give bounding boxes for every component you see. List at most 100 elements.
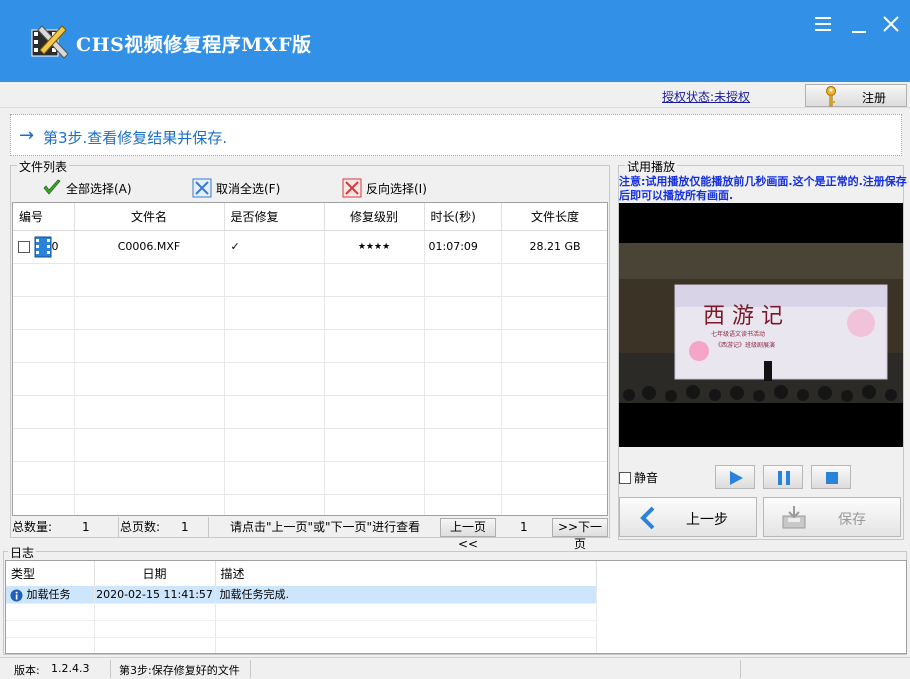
pause-icon [778, 471, 790, 485]
pager: 总数量: 1 总页数: 1 请点击"上一页"或"下一页"进行查看 上一页<< 1… [10, 517, 610, 551]
info-icon [10, 589, 23, 602]
key-icon [826, 86, 836, 107]
row-level: ★★★★ [324, 230, 425, 264]
pause-button[interactable] [763, 465, 803, 489]
log-col-type[interactable]: 类型 [6, 561, 95, 586]
video-subtitle-1: 七年级语文读书活动 [711, 330, 765, 338]
version-value: 1.2.4.3 [51, 662, 90, 675]
film-icon [34, 236, 51, 257]
register-button[interactable]: 注册 [805, 84, 907, 107]
play-button[interactable] [715, 465, 755, 489]
col-header-repaired[interactable]: 是否修复 [224, 203, 325, 231]
menu-button[interactable] [811, 12, 835, 36]
status-message: 第3步:保存修复好的文件 [119, 664, 240, 677]
table-row [13, 296, 607, 330]
preview-title: 试用播放 [625, 158, 678, 175]
deselect-all-label: 取消全选(F) [216, 181, 281, 196]
total-value: 1 [82, 520, 90, 534]
row-duration: 01:07:09 [424, 230, 502, 264]
log-col-desc[interactable]: 描述 [215, 561, 597, 586]
pages-value: 1 [181, 520, 189, 534]
log-row [6, 603, 597, 621]
close-button[interactable] [879, 12, 903, 36]
log-type: 加载任务 [26, 588, 71, 602]
status-bar: 版本: 1.2.4.3 第3步:保存修复好的文件 [0, 657, 910, 679]
table-row [13, 428, 607, 462]
pages-label: 总页数: [120, 520, 161, 534]
table-row [13, 395, 607, 429]
play-icon [730, 471, 743, 485]
video-frame-image: 西 游 记 七年级语文读书活动 《西游记》班级剧展演 [619, 203, 903, 447]
table-row [13, 362, 607, 396]
video-title-text: 西 游 记 [703, 304, 783, 329]
prev-page-button[interactable]: 上一页<< [440, 518, 496, 551]
col-header-index[interactable]: 编号 [13, 203, 75, 231]
col-header-filename[interactable]: 文件名 [74, 203, 225, 231]
log-title: 日志 [8, 544, 37, 561]
mute-toggle[interactable]: 静音 [619, 469, 658, 486]
log-col-date[interactable]: 日期 [94, 561, 216, 586]
preview-notice: 注意:试用播放仅能播放前几秒画面.这个是正常的.注册保存后即可以播放所有画面. [619, 175, 907, 202]
file-table-header: 编号 文件名 是否修复 修复级别 时长(秒) 文件长度 [13, 203, 607, 231]
file-list-title: 文件列表 [17, 158, 70, 175]
table-row[interactable]: 0 C0006.MXF ✓ ★★★★ 01:07:09 28.21 GB [13, 230, 607, 264]
log-table: 类型 日期 描述 加载任务 2020-02-15 11:41:57 加载任务完成… [5, 560, 907, 654]
version-label: 版本: [14, 664, 40, 677]
table-row [13, 494, 607, 515]
log-desc: 加载任务完成. [215, 586, 597, 604]
register-label: 注册 [862, 91, 887, 105]
video-player[interactable]: 西 游 记 七年级语文读书活动 《西游记》班级剧展演 [619, 203, 903, 447]
total-label: 总数量: [12, 520, 53, 534]
invert-selection-icon [342, 178, 362, 198]
invert-selection-button[interactable]: 反向选择(I) [342, 177, 427, 199]
mute-label: 静音 [634, 471, 659, 485]
select-all-label: 全部选择(A) [66, 181, 132, 196]
current-page: 1 [520, 520, 528, 534]
stop-button[interactable] [811, 465, 851, 489]
row-repaired: ✓ [224, 230, 325, 264]
table-row [13, 263, 607, 297]
save-button[interactable]: 保存 [763, 497, 901, 537]
prev-step-button[interactable]: 上一步 [619, 497, 757, 537]
app-title: CHS视频修复程序MXF版 [76, 34, 312, 56]
save-label: 保存 [838, 512, 866, 528]
stop-icon [826, 472, 838, 484]
auth-bar: 授权状态:未授权 注册 [0, 82, 910, 108]
checkmark-icon [43, 179, 61, 195]
step-text: 第3步.查看修复结果并保存. [43, 129, 228, 147]
chevron-left-icon [640, 506, 655, 530]
close-icon [883, 16, 899, 32]
deselect-all-button[interactable]: 取消全选(F) [192, 177, 280, 199]
video-subtitle-2: 《西游记》班级剧展演 [715, 341, 775, 349]
log-row [6, 620, 597, 638]
row-checkbox[interactable] [18, 240, 30, 253]
col-header-level[interactable]: 修复级别 [324, 203, 425, 231]
save-icon [782, 506, 806, 529]
app-logo-icon [28, 20, 72, 64]
mute-checkbox[interactable] [619, 471, 631, 484]
pager-hint: 请点击"上一页"或"下一页"进行查看 [230, 520, 421, 534]
row-index: 0 [51, 239, 59, 253]
table-row [13, 461, 607, 495]
title-bar: CHS视频修复程序MXF版 [0, 0, 910, 82]
minimize-button[interactable] [847, 12, 871, 36]
deselect-icon [192, 178, 212, 198]
col-header-duration[interactable]: 时长(秒) [424, 203, 502, 231]
hamburger-menu-icon [815, 17, 831, 31]
select-all-button[interactable]: 全部选择(A) [42, 177, 132, 199]
arrow-right-icon: → [19, 125, 35, 146]
minimize-icon [852, 31, 866, 33]
table-row [13, 329, 607, 363]
log-date: 2020-02-15 11:41:57 [94, 586, 216, 604]
row-filename: C0006.MXF [74, 230, 225, 264]
prev-step-label: 上一步 [686, 512, 728, 528]
invert-selection-label: 反向选择(I) [366, 181, 427, 196]
step-banner: → 第3步.查看修复结果并保存. [10, 114, 902, 156]
file-table: 编号 文件名 是否修复 修复级别 时长(秒) 文件长度 0 C0006.MXF [12, 202, 608, 516]
log-header: 类型 日期 描述 [6, 561, 597, 586]
next-page-button[interactable]: >>下一页 [552, 518, 608, 551]
col-header-size[interactable]: 文件长度 [501, 203, 607, 231]
row-size: 28.21 GB [501, 230, 607, 264]
auth-status-link[interactable]: 授权状态:未授权 [662, 88, 750, 105]
log-row[interactable]: 加载任务 2020-02-15 11:41:57 加载任务完成. [6, 586, 597, 604]
